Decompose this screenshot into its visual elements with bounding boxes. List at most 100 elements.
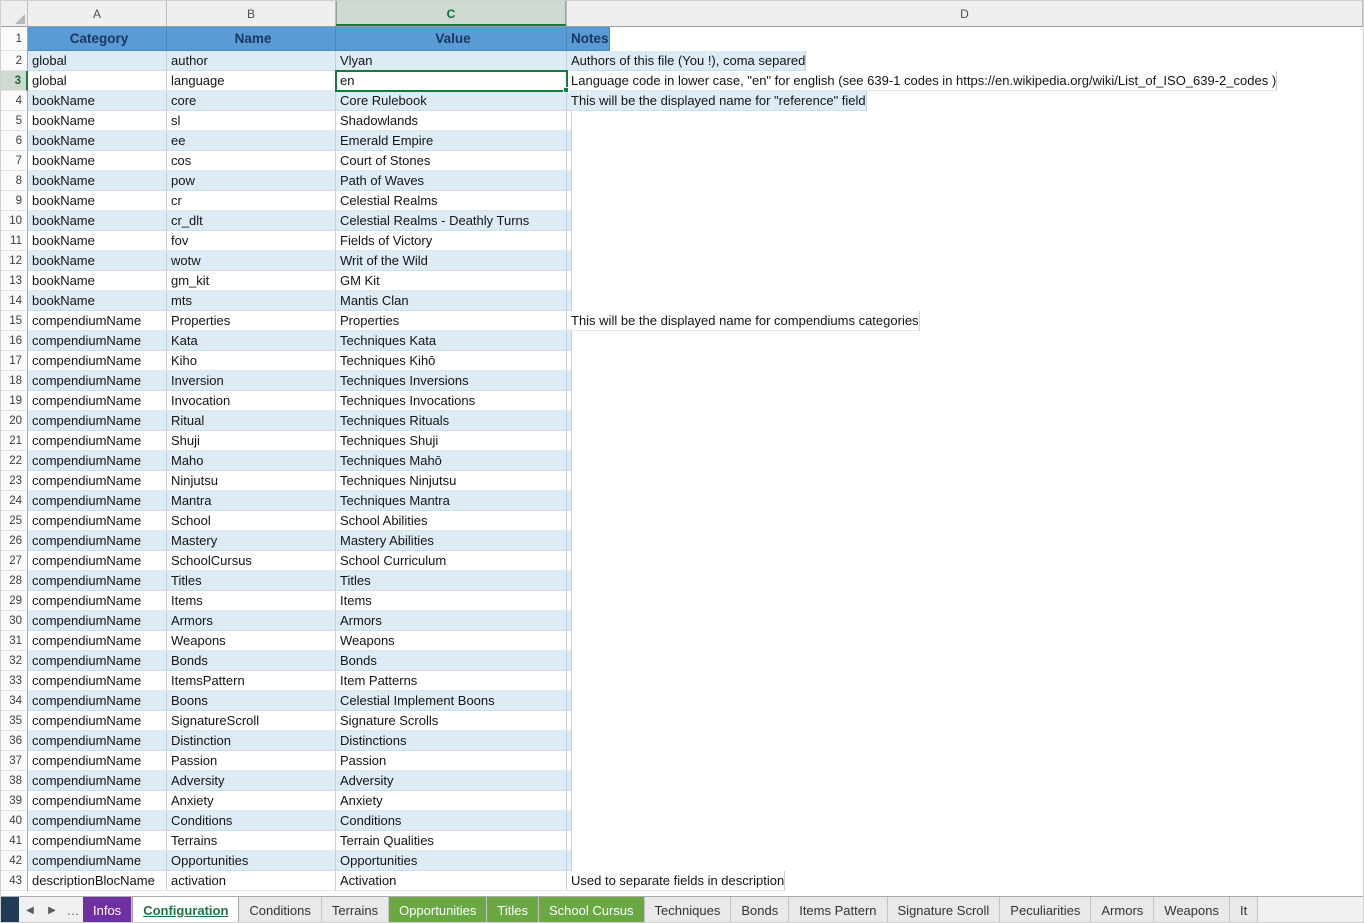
cell[interactable]	[567, 771, 572, 791]
row-number[interactable]: 41	[1, 831, 28, 851]
cell[interactable]: Bonds	[336, 651, 567, 671]
row-number[interactable]: 27	[1, 551, 28, 571]
cell[interactable]: bookName	[28, 191, 167, 211]
cell[interactable]: Kiho	[167, 351, 336, 371]
cell[interactable]: bookName	[28, 271, 167, 291]
cell[interactable]: Opportunities	[336, 851, 567, 871]
cell[interactable]	[567, 271, 572, 291]
cell[interactable]: ee	[167, 131, 336, 151]
cell[interactable]: Celestial Realms	[336, 191, 567, 211]
row-number[interactable]: 38	[1, 771, 28, 791]
cell[interactable]: Invocation	[167, 391, 336, 411]
cell[interactable]: SchoolCursus	[167, 551, 336, 571]
cell[interactable]: compendiumName	[28, 571, 167, 591]
cell[interactable]: Inversion	[167, 371, 336, 391]
tab-scroll-left-icon[interactable]: ◀	[19, 897, 41, 923]
cell[interactable]	[567, 551, 572, 571]
row-number[interactable]: 33	[1, 671, 28, 691]
cell[interactable]	[567, 371, 572, 391]
cell[interactable]: ItemsPattern	[167, 671, 336, 691]
cell[interactable]: activation	[167, 871, 336, 891]
cell[interactable]	[567, 651, 572, 671]
row-number[interactable]: 26	[1, 531, 28, 551]
sheet-tab-peculiarities[interactable]: Peculiarities	[1000, 897, 1091, 923]
cell[interactable]: Properties	[336, 311, 567, 331]
cell[interactable]	[567, 631, 572, 651]
sheet-tab-titles[interactable]: Titles	[487, 897, 539, 923]
row-number[interactable]: 36	[1, 731, 28, 751]
cell[interactable]: Vlyan	[336, 51, 567, 71]
tab-scroll-right-icon[interactable]: ▶	[41, 897, 63, 923]
cell[interactable]	[567, 811, 572, 831]
cell[interactable]	[567, 151, 572, 171]
cell[interactable]	[567, 691, 572, 711]
cell[interactable]: Distinction	[167, 731, 336, 751]
cell[interactable]: compendiumName	[28, 791, 167, 811]
cell[interactable]	[567, 291, 572, 311]
cell[interactable]: author	[167, 51, 336, 71]
cell[interactable]: compendiumName	[28, 471, 167, 491]
cell[interactable]: Techniques Kata	[336, 331, 567, 351]
cell[interactable]: compendiumName	[28, 451, 167, 471]
tab-more-icon[interactable]: …	[63, 897, 83, 923]
cell[interactable]: wotw	[167, 251, 336, 271]
cell[interactable]: Weapons	[336, 631, 567, 651]
cell[interactable]	[567, 511, 572, 531]
cell[interactable]: Anxiety	[336, 791, 567, 811]
row-number[interactable]: 32	[1, 651, 28, 671]
cell[interactable]: Opportunities	[167, 851, 336, 871]
cell[interactable]: bookName	[28, 291, 167, 311]
row-number[interactable]: 39	[1, 791, 28, 811]
cell[interactable]: compendiumName	[28, 351, 167, 371]
cell[interactable]: compendiumName	[28, 331, 167, 351]
cell[interactable]: bookName	[28, 91, 167, 111]
cell[interactable]: Writ of the Wild	[336, 251, 567, 271]
row-number[interactable]: 22	[1, 451, 28, 471]
cell[interactable]	[567, 851, 572, 871]
cell[interactable]	[567, 351, 572, 371]
column-header-d[interactable]: D	[567, 1, 1363, 26]
cell[interactable]: School Curriculum	[336, 551, 567, 571]
cell[interactable]: This will be the displayed name for "ref…	[567, 91, 867, 111]
cell[interactable]: sl	[167, 111, 336, 131]
cell[interactable]	[567, 191, 572, 211]
column-header-b[interactable]: B	[167, 1, 336, 26]
row-number[interactable]: 40	[1, 811, 28, 831]
cell[interactable]	[567, 471, 572, 491]
column-header-c[interactable]: C	[336, 1, 567, 26]
cell[interactable]: Weapons	[167, 631, 336, 651]
cell[interactable]: Mastery Abilities	[336, 531, 567, 551]
row-number[interactable]: 5	[1, 111, 28, 131]
cell[interactable]: Armors	[336, 611, 567, 631]
cell[interactable]: compendiumName	[28, 411, 167, 431]
cell[interactable]	[567, 211, 572, 231]
cell[interactable]: Passion	[336, 751, 567, 771]
cell[interactable]: compendiumName	[28, 711, 167, 731]
row-number[interactable]: 6	[1, 131, 28, 151]
cell[interactable]: cos	[167, 151, 336, 171]
cell[interactable]: Ninjutsu	[167, 471, 336, 491]
cell[interactable]: compendiumName	[28, 651, 167, 671]
cell[interactable]: compendiumName	[28, 311, 167, 331]
cell[interactable]: compendiumName	[28, 751, 167, 771]
cell[interactable]: language	[167, 71, 336, 91]
cell[interactable]: global	[28, 51, 167, 71]
cell[interactable]	[567, 731, 572, 751]
row-number[interactable]: 13	[1, 271, 28, 291]
cell[interactable]	[567, 711, 572, 731]
row-number[interactable]: 23	[1, 471, 28, 491]
cell[interactable]: Adversity	[167, 771, 336, 791]
row-number[interactable]: 18	[1, 371, 28, 391]
cell[interactable]	[567, 671, 572, 691]
cell[interactable]: compendiumName	[28, 431, 167, 451]
cell[interactable]: compendiumName	[28, 391, 167, 411]
sheet-tab-items-pattern[interactable]: Items Pattern	[789, 897, 887, 923]
cell[interactable]	[567, 611, 572, 631]
cell[interactable]: Mantis Clan	[336, 291, 567, 311]
row-number[interactable]: 14	[1, 291, 28, 311]
cell[interactable]: Authors of this file (You !), coma separ…	[567, 51, 806, 71]
cell[interactable]: compendiumName	[28, 831, 167, 851]
cell[interactable]: compendiumName	[28, 851, 167, 871]
cell[interactable]	[567, 251, 572, 271]
cell[interactable]: compendiumName	[28, 591, 167, 611]
